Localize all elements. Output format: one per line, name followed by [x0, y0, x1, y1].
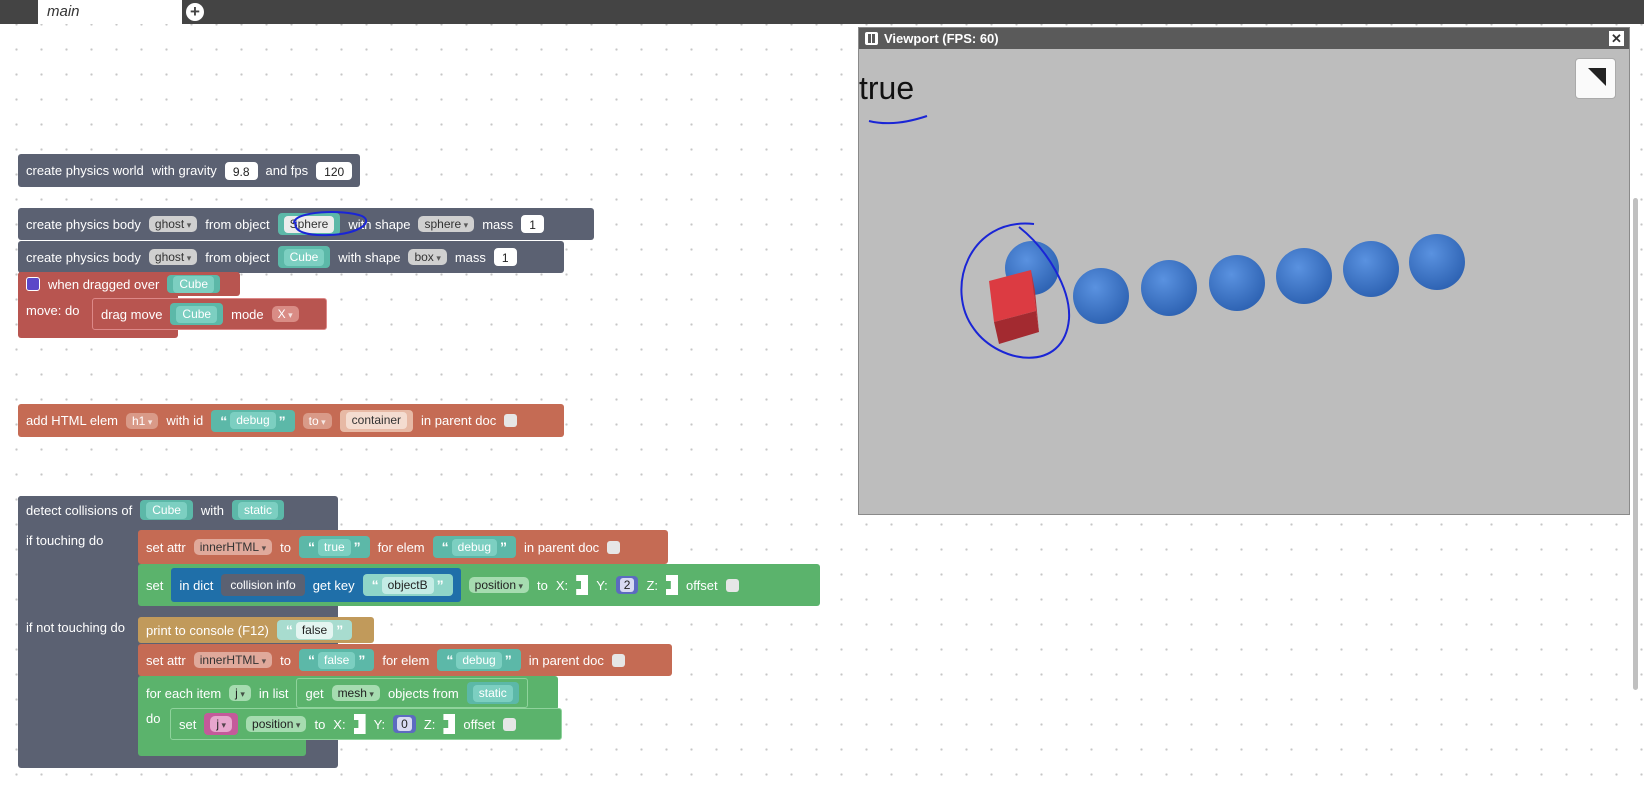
shape-dropdown[interactable]: box [408, 249, 447, 265]
if-touching-label: if touching do [26, 532, 104, 548]
create-physics-world-block[interactable]: create physics world with gravity 9.8 an… [18, 154, 361, 187]
sphere-object [1209, 255, 1265, 311]
false-string[interactable]: “false” [298, 649, 375, 671]
collision-info-var[interactable]: collision info [221, 574, 305, 596]
parent-doc-checkbox[interactable] [607, 540, 621, 554]
container-dropdown[interactable]: container [339, 409, 414, 432]
do-label: do [146, 710, 161, 726]
in-dict-block[interactable]: in dict collision info get key “objectB” [171, 568, 461, 602]
body-type-dropdown[interactable]: ghost [148, 249, 198, 265]
sphere-object [1141, 260, 1197, 316]
tab-bar: main + [0, 0, 1644, 24]
fps-input[interactable]: 120 [316, 161, 353, 180]
prop-dropdown[interactable]: position [468, 577, 530, 593]
attr-dropdown[interactable]: innerHTML [193, 652, 273, 668]
elem-string[interactable]: “debug” [437, 649, 521, 671]
add-html-elem-block[interactable]: add HTML elem h1 with id “debug” to cont… [18, 404, 564, 437]
sphere-object [1409, 234, 1465, 290]
gear-icon[interactable] [26, 277, 40, 291]
gravity-input[interactable]: 9.8 [224, 161, 258, 180]
source-dropdown[interactable]: static [466, 682, 519, 704]
body-type-dropdown[interactable]: ghost [148, 216, 198, 232]
get-objects-block[interactable]: get mesh objects from static [296, 678, 528, 708]
offset-checkbox[interactable] [725, 578, 739, 592]
parent-doc-checkbox[interactable] [611, 653, 625, 667]
collision-object-dropdown[interactable]: Cube [140, 500, 193, 520]
mass-input[interactable]: 1 [521, 215, 544, 233]
parent-doc-checkbox[interactable] [504, 414, 518, 427]
drag-move-block[interactable]: drag move Cube mode X [92, 298, 327, 330]
set-attr-false-block[interactable]: set attr innerHTML to “false” for elem “… [138, 644, 672, 676]
print-console-block[interactable]: print to console (F12) “false” [138, 617, 374, 643]
mode-dropdown[interactable]: X [271, 306, 299, 322]
sphere-object [1073, 268, 1129, 324]
sphere-object [1276, 248, 1332, 304]
x-slot[interactable] [353, 714, 366, 734]
when-dragged-over-header[interactable]: when dragged over Cube [18, 272, 240, 296]
viewport-scene [868, 115, 1465, 359]
annotation-underline [868, 115, 928, 125]
pause-icon[interactable] [865, 32, 878, 45]
mesh-dropdown[interactable]: mesh [331, 685, 380, 701]
create-physics-body-cube-block[interactable]: create physics body ghost from object Cu… [18, 241, 564, 273]
z-slot[interactable] [443, 714, 456, 734]
tag-dropdown[interactable]: h1 [126, 412, 159, 429]
vertical-scrollbar[interactable] [1633, 198, 1638, 690]
viewport-titlebar[interactable]: Viewport (FPS: 60) ✕ [859, 28, 1629, 49]
y-number[interactable]: 2 [615, 576, 639, 594]
annotation-sphere-circle [293, 210, 368, 237]
close-icon[interactable]: ✕ [1609, 31, 1624, 46]
prop-dropdown[interactable]: position [246, 716, 307, 732]
set-attr-true-block[interactable]: set attr innerHTML to “true” for elem “d… [138, 530, 668, 564]
key-string[interactable]: “objectB” [362, 574, 453, 596]
attr-dropdown[interactable]: innerHTML [193, 539, 273, 555]
sphere-object [1343, 241, 1399, 297]
offset-checkbox[interactable] [502, 717, 516, 731]
tab-main[interactable]: main [38, 0, 182, 24]
true-string[interactable]: “true” [298, 536, 370, 558]
x-slot[interactable] [576, 575, 589, 595]
mass-input[interactable]: 1 [493, 248, 517, 266]
cube-object [989, 270, 1039, 344]
if-not-touching-label: if not touching do [26, 619, 126, 635]
object-cube-dropdown[interactable]: Cube [277, 246, 331, 268]
move-label: move: do [26, 302, 80, 318]
detect-collisions-header[interactable]: detect collisions of Cube with static [18, 496, 293, 524]
viewport-title: Viewport (FPS: 60) [884, 31, 999, 46]
viewport-window[interactable]: Viewport (FPS: 60) ✕ true [858, 27, 1630, 515]
for-each-header[interactable]: for each item j in list get mesh objects… [138, 676, 558, 710]
id-string[interactable]: “debug” [211, 409, 295, 432]
collision-target-dropdown[interactable]: static [232, 500, 285, 520]
drag-object-dropdown[interactable]: Cube [170, 303, 224, 325]
dragged-object-dropdown[interactable]: Cube [167, 275, 220, 293]
item-var-dropdown[interactable]: j [229, 685, 251, 701]
y-number[interactable]: 0 [393, 715, 416, 733]
false-print-string[interactable]: “false” [276, 620, 353, 640]
elem-string[interactable]: “debug” [432, 536, 517, 558]
z-slot[interactable] [666, 575, 679, 595]
item-var[interactable]: j [204, 713, 239, 735]
set-position-block[interactable]: set in dict collision info get key “obje… [138, 564, 820, 606]
shape-dropdown[interactable]: sphere [418, 216, 475, 232]
to-dropdown[interactable]: to [302, 412, 332, 429]
add-tab-icon[interactable]: + [186, 3, 204, 21]
set-item-position-block[interactable]: set j position to X: Y: 0 Z: offset [170, 708, 562, 740]
